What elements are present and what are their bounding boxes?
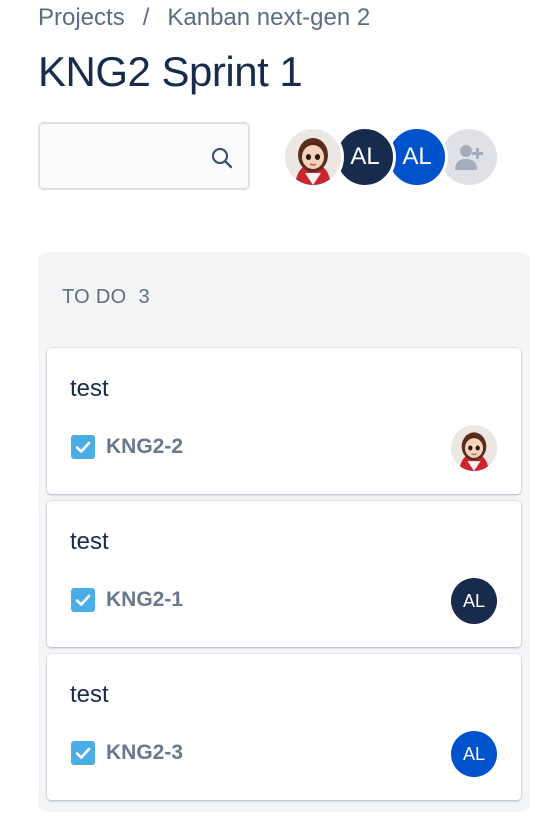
search-input[interactable] — [50, 134, 204, 180]
assignee-avatar[interactable]: AL — [451, 578, 497, 624]
add-person-icon — [455, 145, 483, 170]
board-page: Projects / Kanban next-gen 2 KNG2 Sprint… — [0, 0, 552, 832]
card-title: test — [70, 375, 109, 402]
checkbox-icon — [71, 435, 95, 459]
column-count: 3 — [138, 286, 150, 308]
checkbox-icon — [71, 588, 95, 612]
search-icon[interactable] — [210, 146, 234, 170]
assignee-avatar[interactable]: AL — [451, 731, 497, 777]
breadcrumb: Projects / Kanban next-gen 2 — [38, 4, 370, 32]
search-field[interactable] — [38, 122, 250, 190]
issue-key[interactable]: KNG2-1 — [106, 588, 183, 612]
issue-key[interactable]: KNG2-2 — [106, 435, 183, 459]
column-title: TO DO — [62, 286, 127, 308]
page-title: KNG2 Sprint 1 — [38, 48, 303, 95]
card-footer: KNG2-3 — [70, 740, 183, 766]
issue-key[interactable]: KNG2-3 — [106, 741, 183, 765]
card-footer: KNG2-2 — [70, 434, 183, 460]
breadcrumb-separator: / — [142, 4, 150, 31]
issue-card[interactable]: test KNG2-2 — [47, 348, 521, 494]
column-todo: TO DO 3 test KNG2-2 test KNG2-1 AL test … — [38, 252, 530, 812]
breadcrumb-projects[interactable]: Projects — [38, 4, 125, 32]
issue-card[interactable]: test KNG2-3 AL — [47, 654, 521, 800]
breadcrumb-project[interactable]: Kanban next-gen 2 — [167, 4, 370, 32]
avatar-user-photo[interactable] — [282, 126, 344, 188]
card-title: test — [70, 681, 109, 708]
checkbox-icon — [71, 741, 95, 765]
card-title: test — [70, 528, 109, 555]
user-photo-icon — [285, 129, 341, 185]
user-photo-icon — [451, 425, 497, 471]
column-header: TO DO 3 — [62, 286, 150, 309]
assignee-avatar[interactable] — [451, 425, 497, 471]
avatar-group: AL AL — [282, 126, 502, 188]
issue-card[interactable]: test KNG2-1 AL — [47, 501, 521, 647]
card-footer: KNG2-1 — [70, 587, 183, 613]
